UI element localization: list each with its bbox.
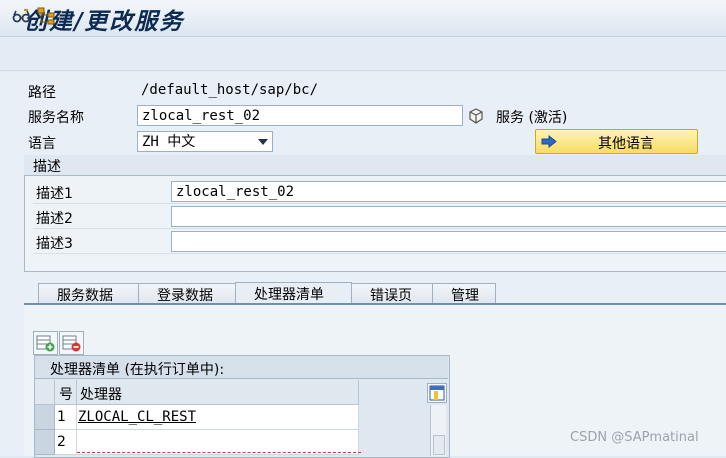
service-status-icon [467,107,485,125]
table-cell-no: 1 [55,405,77,430]
handler-table-title: 处理器清单 (在执行订单中): [50,362,225,378]
tab-administration[interactable]: 管理 [432,283,496,304]
insert-row-button[interactable] [33,331,58,355]
tab-handler-list[interactable]: 处理器清单 [235,282,352,304]
delete-row-icon [62,335,81,352]
table-cell-handler[interactable]: ZLOCAL_CL_REST [77,405,359,430]
other-language-button[interactable]: 其他语言 [535,129,698,154]
glasses-icon[interactable] [12,6,32,26]
row-1-no: 1 [57,409,66,425]
description-2-label: 描述2 [36,211,73,227]
tab-error-pages[interactable]: 错误页 [351,283,433,304]
col-header-no: 号 [55,380,77,405]
table-cell-no: 2 [55,430,77,455]
language-label: 语言 [28,136,56,152]
insert-row-icon [36,335,55,352]
service-name-field[interactable]: zlocal_rest_02 [137,105,463,126]
description-2-field[interactable] [171,206,726,227]
path-label: 路径 [28,85,56,101]
scrollbar-thumb[interactable] [433,435,445,455]
select-all-cell[interactable] [35,380,55,405]
service-name-label: 服务名称 [28,110,84,126]
table-settings-icon[interactable] [427,383,447,403]
application-toolbar [0,37,726,71]
language-select[interactable]: ZH 中文 [137,131,273,152]
row-1-handler[interactable]: ZLOCAL_CL_REST [78,409,196,425]
input-row-marker [77,452,361,457]
service-status-text: 服务 (激活) [496,110,568,126]
row-2-no: 2 [57,434,66,450]
delete-row-button[interactable] [59,331,84,355]
col-header-handler-label: 处理器 [80,387,122,403]
description-3-label: 描述3 [36,236,73,252]
description-group-title: 描述 [33,159,61,175]
tab-logon-data[interactable]: 登录数据 [138,283,236,304]
chevron-down-icon [258,139,268,145]
language-value: ZH 中文 [142,134,196,150]
col-header-no-label: 号 [59,387,73,403]
description-1-field[interactable]: zlocal_rest_02 [171,181,726,202]
other-language-label: 其他语言 [598,136,654,152]
description-3-field[interactable] [171,231,726,252]
description-group-header [24,155,726,176]
path-value: /default_host/sap/bc/ [141,82,319,98]
watermark: CSDN @SAPmatinal [570,430,699,445]
description-1-label: 描述1 [36,186,73,202]
hierarchy-icon[interactable] [37,6,57,26]
row-selector[interactable] [35,430,55,455]
col-header-handler: 处理器 [77,380,359,405]
tab-service-data[interactable]: 服务数据 [38,283,139,304]
arrow-right-icon [541,134,557,149]
row-selector[interactable] [35,405,55,430]
table-scrollbar[interactable] [430,405,446,456]
